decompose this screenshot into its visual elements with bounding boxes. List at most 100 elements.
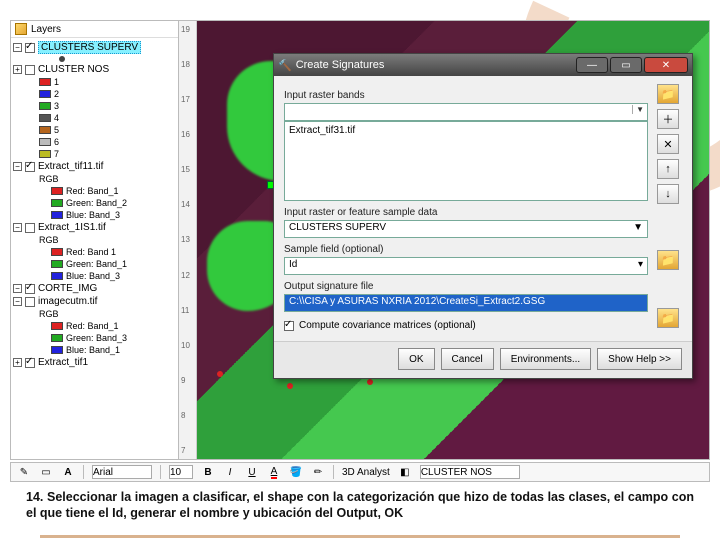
child-label: 2: [54, 89, 59, 99]
visibility-checkbox[interactable]: [25, 65, 35, 75]
visibility-checkbox[interactable]: [25, 358, 35, 368]
ok-button[interactable]: OK: [398, 348, 434, 370]
layer-child: RGB: [13, 173, 178, 185]
ruler-tick: 10: [181, 341, 194, 350]
cancel-button[interactable]: Cancel: [441, 348, 494, 370]
expand-toggle[interactable]: −: [13, 43, 22, 52]
layers-tree[interactable]: −CLUSTERS SUPERV+CLUSTER NOS 1 2 3 4 5 6…: [11, 38, 178, 459]
output-sig-input[interactable]: C:\\CISA y ASURAS NXRIA 2012\CreateSi_Ex…: [284, 294, 648, 312]
font-color-button[interactable]: A: [267, 465, 281, 479]
layer-node[interactable]: + Extract_tif1: [13, 356, 178, 369]
sample-point[interactable]: [367, 379, 373, 385]
color-swatch: [39, 102, 51, 110]
visibility-checkbox[interactable]: [25, 297, 35, 307]
layer-label[interactable]: Extract_1IS1.tif: [38, 222, 106, 233]
output-sig-label: Output signature file: [284, 281, 648, 292]
layer-child: 1: [13, 76, 178, 88]
line-color-button[interactable]: ✏: [311, 465, 325, 479]
ruler-tick: 9: [181, 376, 194, 385]
covariance-checkbox[interactable]: [284, 321, 294, 331]
layer-node[interactable]: − imagecutm.tif: [13, 295, 178, 308]
ruler-tick: 16: [181, 130, 194, 139]
layer-label[interactable]: CLUSTERS SUPERV: [38, 41, 141, 54]
input-bands-label: Input raster bands: [284, 90, 648, 101]
expand-toggle[interactable]: −: [13, 162, 22, 171]
tool-icon: 🔨: [278, 59, 292, 72]
dialog-titlebar[interactable]: 🔨 Create Signatures — ▭ ✕: [274, 54, 692, 76]
layer-node[interactable]: − Extract_1IS1.tif: [13, 221, 178, 234]
expand-toggle[interactable]: −: [13, 284, 22, 293]
expand-toggle[interactable]: −: [13, 297, 22, 306]
expand-toggle[interactable]: +: [13, 358, 22, 367]
child-label: 5: [54, 125, 59, 135]
input-bands-combo[interactable]: [284, 103, 648, 121]
child-label: Red: Band_1: [66, 186, 119, 196]
color-swatch: [51, 199, 63, 207]
layer-label[interactable]: Extract_tif11.tif: [38, 161, 103, 172]
layer-node[interactable]: − Extract_tif11.tif: [13, 160, 178, 173]
color-swatch: [39, 126, 51, 134]
sample-field-input[interactable]: Id▾: [284, 257, 648, 275]
bold-button[interactable]: B: [201, 465, 215, 479]
move-down-button[interactable]: ↓: [657, 184, 679, 204]
remove-button[interactable]: ✕: [657, 134, 679, 154]
layer-label[interactable]: CORTE_IMG: [38, 283, 97, 294]
italic-button[interactable]: I: [223, 465, 237, 479]
bottom-toolbar: ✎ ▭ A B I U A 🪣 ✏ 3D Analyst ◧: [10, 462, 710, 482]
close-button[interactable]: ✕: [644, 57, 688, 73]
layer-label[interactable]: CLUSTER NOS: [38, 64, 109, 75]
child-label: 1: [54, 77, 59, 87]
color-swatch: [51, 260, 63, 268]
underline-button[interactable]: U: [245, 465, 259, 479]
layers-header: Layers: [11, 21, 178, 38]
visibility-checkbox[interactable]: [25, 43, 35, 53]
font-size-input[interactable]: [169, 465, 193, 479]
layer-label[interactable]: imagecutm.tif: [38, 296, 97, 307]
maximize-button[interactable]: ▭: [610, 57, 642, 73]
layer-node[interactable]: − CLUSTERS SUPERV: [13, 40, 178, 55]
layer-node[interactable]: − CORTE_IMG: [13, 282, 178, 295]
layer-child: Red: Band_1: [13, 185, 178, 197]
fill-color-button[interactable]: 🪣: [289, 465, 303, 479]
browse-output-button[interactable]: 📁: [657, 308, 679, 328]
browse-sample-button[interactable]: 📁: [657, 250, 679, 270]
minimize-button[interactable]: —: [576, 57, 608, 73]
layers-title: Layers: [31, 24, 61, 35]
visibility-checkbox[interactable]: [25, 162, 35, 172]
layer-child: Blue: Band_1: [13, 344, 178, 356]
sample-data-input[interactable]: CLUSTERS SUPERV▼: [284, 220, 648, 238]
add-button[interactable]: ＋: [657, 109, 679, 129]
font-select[interactable]: [92, 465, 152, 479]
sample-point[interactable]: [217, 371, 223, 377]
input-bands-list[interactable]: Extract_tif31.tif: [284, 121, 648, 201]
visibility-checkbox[interactable]: [25, 284, 35, 294]
child-label: Red: Band 1: [66, 247, 116, 257]
draw-icon[interactable]: ✎: [17, 465, 31, 479]
ruler-tick: 15: [181, 165, 194, 174]
text-icon[interactable]: A: [61, 465, 75, 479]
rgb-header: RGB: [39, 174, 59, 184]
gis-app-window: Layers −CLUSTERS SUPERV+CLUSTER NOS 1 2 …: [10, 20, 710, 460]
layer-label[interactable]: Extract_tif1: [38, 357, 88, 368]
ruler-tick: 8: [181, 411, 194, 420]
layer-child: Red: Band_1: [13, 320, 178, 332]
expand-toggle[interactable]: +: [13, 65, 22, 74]
layer-node[interactable]: + CLUSTER NOS: [13, 63, 178, 76]
color-swatch: [39, 78, 51, 86]
sample-point[interactable]: [287, 383, 293, 389]
expand-toggle[interactable]: −: [13, 223, 22, 232]
layer-icon[interactable]: ◧: [398, 465, 412, 479]
show-help-button[interactable]: Show Help >>: [597, 348, 682, 370]
browse-bands-button[interactable]: 📁: [657, 84, 679, 104]
select-icon[interactable]: ▭: [39, 465, 53, 479]
ruler-tick: 14: [181, 200, 194, 209]
ruler-tick: 12: [181, 271, 194, 280]
move-up-button[interactable]: ↑: [657, 159, 679, 179]
ruler-tick: 11: [181, 306, 194, 315]
analyst-layer-combo[interactable]: [420, 465, 520, 479]
layer-child: Green: Band_2: [13, 197, 178, 209]
list-item[interactable]: Extract_tif31.tif: [289, 125, 355, 136]
symbol-dot: [59, 56, 65, 62]
environments-button[interactable]: Environments...: [500, 348, 591, 370]
visibility-checkbox[interactable]: [25, 223, 35, 233]
